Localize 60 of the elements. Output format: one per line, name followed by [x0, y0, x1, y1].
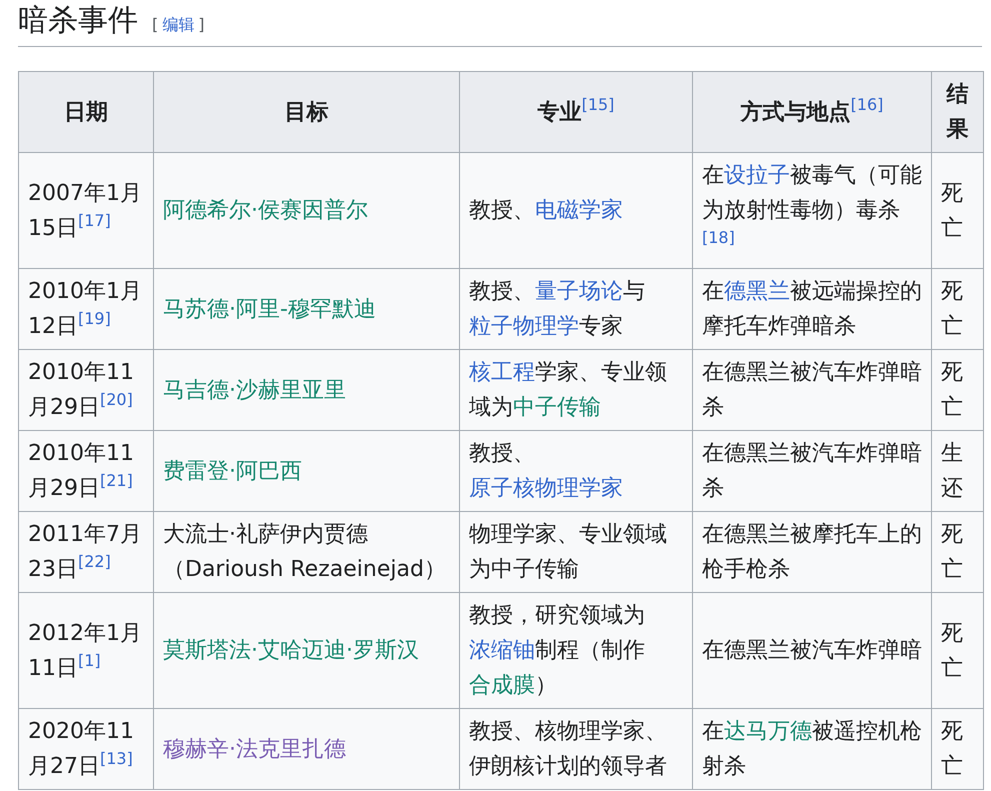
cell-text: 在达马万德被遥控机枪射杀	[702, 719, 922, 779]
cell-text: 在德黑兰被汽车炸弹暗杀	[702, 441, 922, 501]
cell-text: 2010年1月12日$^{[19]}$	[28, 279, 142, 339]
cell-text: 在德黑兰被远端操控的摩托车炸弹暗杀	[702, 279, 922, 339]
cell-text: 在德黑兰被汽车炸弹暗杀	[702, 360, 922, 420]
section-title: 暗杀事件	[18, 2, 138, 40]
cell-text: 教授、 原子核物理学家	[469, 441, 623, 501]
link[interactable]: 核工程	[469, 360, 535, 385]
column-header: 结果	[946, 82, 968, 142]
column-header: 日期	[64, 100, 108, 124]
cell-text: 教授、核物理学家、伊朗核计划的领导者	[469, 719, 667, 779]
bracket: [	[152, 15, 158, 36]
link[interactable]: 达马万德	[724, 719, 812, 744]
link[interactable]: 中子传输	[513, 395, 601, 420]
cell-text: 2011年7月23日$^{[22]}$	[28, 522, 142, 582]
cell-text: 教授、量子场论与 粒子物理学专家	[469, 279, 645, 339]
cell-text: 教授、电磁学家	[469, 198, 623, 223]
link[interactable]: 原子核物理学家	[469, 476, 623, 501]
link[interactable]: 电磁学家	[535, 198, 623, 223]
cell-text: 2012年1月11日$^{[1]}$	[28, 620, 142, 680]
cell-text: 死亡	[941, 620, 963, 680]
reference-link[interactable]: [1]	[78, 650, 101, 670]
link[interactable]: 阿德希尔·侯赛因普尔	[163, 198, 368, 223]
cell-text: 物理学家、专业领域为中子传输	[469, 522, 667, 582]
link[interactable]: 粒子物理学	[469, 314, 579, 339]
reference-link[interactable]: [18]	[702, 228, 735, 247]
link[interactable]: 设拉子	[724, 163, 790, 188]
link[interactable]: 莫斯塔法·艾哈迈迪·罗斯汉	[163, 638, 419, 663]
cell-text: 死亡	[941, 279, 963, 339]
cell-text: 在德黑兰被摩托车上的枪手枪杀	[702, 522, 922, 582]
link[interactable]: 量子场论	[535, 279, 623, 304]
link[interactable]: 合成膜	[469, 673, 535, 698]
edit-link[interactable]: 编辑	[162, 15, 194, 36]
link[interactable]: 费雷登·阿巴西	[163, 458, 302, 484]
cell-text: 2010年11月29日$^{[20]}$	[28, 360, 134, 420]
cell-text: 2010年11月29日$^{[21]}$	[28, 441, 134, 501]
cell-text: 死亡	[941, 360, 963, 420]
reference-link[interactable]: [20]	[100, 390, 133, 409]
cell-text: 2007年1月15日$^{[17]}$	[28, 180, 142, 240]
cell-text: 大流士·礼萨伊内贾德（Darioush Rezaeinejad）	[163, 522, 446, 582]
cell-text: 死亡	[941, 719, 963, 779]
cell-text: 死亡	[941, 522, 963, 582]
cell-text: 在德黑兰被汽车炸弹暗	[702, 638, 922, 663]
cell-text: 生还	[941, 441, 963, 501]
link[interactable]: 德黑兰	[724, 279, 790, 304]
link[interactable]: 马吉德·沙赫里亚里	[163, 378, 346, 402]
link[interactable]: 穆赫辛·法克里扎德	[163, 736, 346, 762]
reference-link[interactable]: [13]	[100, 749, 133, 768]
reference-link[interactable]: [17]	[78, 210, 111, 230]
column-header: 目标	[284, 100, 328, 124]
link[interactable]: 浓缩铀	[469, 638, 535, 663]
cell-text: 教授，研究领域为 浓缩铀制程（制作 合成膜）	[469, 603, 645, 698]
reference-link[interactable]: [22]	[78, 552, 111, 571]
cell-text: 2020年11月27日$^{[13]}$	[28, 719, 134, 779]
reference-link[interactable]: [21]	[100, 471, 133, 490]
bracket: ]	[198, 15, 204, 36]
cell-text: 死亡	[941, 180, 963, 240]
reference-link[interactable]: [19]	[78, 309, 111, 328]
cell-text: 核工程学家、专业领域为中子传输	[469, 360, 667, 420]
link[interactable]: 马苏德·阿里-穆罕默迪	[163, 296, 376, 322]
